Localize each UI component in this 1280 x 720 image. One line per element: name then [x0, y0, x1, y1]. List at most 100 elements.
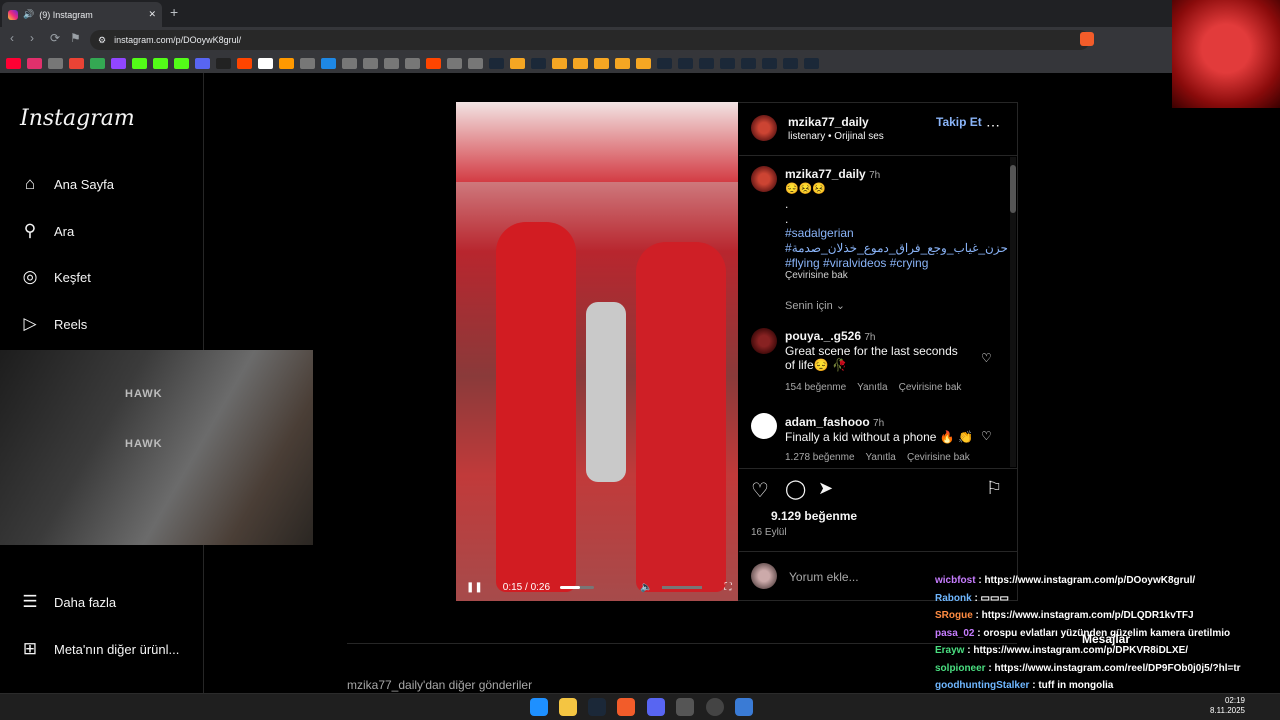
fullscreen-icon[interactable]: ⛶	[724, 582, 731, 593]
speaker-icon[interactable]: 🔊	[23, 9, 34, 20]
close-tab-icon[interactable]: ✕	[148, 9, 156, 20]
sidebar-item-reels[interactable]: ▷ Reels	[20, 314, 87, 334]
comment-icon[interactable]: ◯	[785, 478, 806, 501]
sidebar-item-home[interactable]: ⌂ Ana Sayfa	[20, 174, 114, 194]
volume-slider[interactable]	[662, 586, 703, 589]
steam-bookmark-icon[interactable]	[762, 57, 777, 69]
obs-icon[interactable]	[706, 698, 724, 716]
bookmark-icon[interactable]	[300, 57, 315, 69]
bookmark-icon[interactable]	[594, 57, 609, 69]
messages-label[interactable]: Mesajlar	[1082, 632, 1130, 646]
more-options-icon[interactable]: ⋯	[986, 117, 1000, 134]
reply-link[interactable]: Yanıtla	[857, 382, 887, 393]
bookmark-icon[interactable]	[384, 57, 399, 69]
sidebar-item-meta[interactable]: ⊞ Meta'nın diğer ürünl...	[20, 639, 179, 659]
bookmark-icon[interactable]	[48, 57, 63, 69]
volume-icon[interactable]: 🔈	[640, 582, 652, 593]
like-comment-heart-icon[interactable]: ♡	[981, 429, 992, 443]
comment-input[interactable]: Yorum ekle...	[789, 570, 859, 584]
instagram-bookmark-icon[interactable]	[27, 57, 42, 69]
comment-likes[interactable]: 1.278 beğenme	[785, 452, 855, 463]
browser-tab[interactable]: 🔊 (9) Instagram ✕	[2, 2, 162, 27]
steam-bookmark-icon[interactable]	[489, 57, 504, 69]
site-info-icon[interactable]: ⚙	[98, 35, 106, 46]
hashtag[interactable]: #sadalgerian	[785, 226, 854, 240]
comment-username[interactable]: pouya._.g526	[785, 329, 861, 343]
scrollbar-thumb[interactable]	[1010, 165, 1016, 213]
forward-icon[interactable]: ›	[30, 31, 34, 45]
bookmark-icon[interactable]	[552, 57, 567, 69]
folder-icon[interactable]	[468, 57, 483, 69]
bookmark-icon[interactable]	[510, 57, 525, 69]
app-icon[interactable]	[676, 698, 694, 716]
comment-username[interactable]: adam_fashooo	[785, 415, 870, 429]
bookmark-icon[interactable]	[342, 57, 357, 69]
caption-username[interactable]: mzika77_daily	[785, 167, 866, 181]
steam-bookmark-icon[interactable]	[741, 57, 756, 69]
reload-icon[interactable]: ⟳	[50, 31, 60, 45]
bookmark-icon[interactable]	[405, 57, 420, 69]
brave-shield-icon[interactable]	[1080, 32, 1094, 46]
bookmark-icon[interactable]	[615, 57, 630, 69]
back-icon[interactable]: ‹	[10, 31, 14, 45]
steam-bookmark-icon[interactable]	[699, 57, 714, 69]
bookmark-icon[interactable]	[573, 57, 588, 69]
bookmark-icon[interactable]	[636, 57, 651, 69]
like-heart-icon[interactable]: ♡	[751, 478, 769, 503]
reply-link[interactable]: Yanıtla	[865, 452, 895, 463]
steam-bookmark-icon[interactable]	[678, 57, 693, 69]
see-translation-link[interactable]: Çevirisine bak	[785, 270, 848, 281]
kick-bookmark-icon[interactable]	[132, 57, 147, 69]
sidebar-item-search[interactable]: ⚲ Ara	[20, 221, 74, 241]
avatar[interactable]	[751, 115, 777, 141]
avatar[interactable]	[751, 328, 777, 354]
steam-bookmark-icon[interactable]	[783, 57, 798, 69]
hashtag[interactable]: #حزن_غياب_وجع_فراق_دموع_خذلان_صدمة	[785, 241, 1008, 255]
steam-bookmark-icon[interactable]	[531, 57, 546, 69]
kick-bookmark-icon[interactable]	[174, 57, 189, 69]
comment-likes[interactable]: 154 beğenme	[785, 382, 846, 393]
app-icon[interactable]	[735, 698, 753, 716]
amazon-bookmark-icon[interactable]	[279, 57, 294, 69]
instagram-logo[interactable]: Instagram	[20, 106, 135, 131]
bookmark-icon[interactable]	[321, 57, 336, 69]
file-explorer-icon[interactable]	[559, 698, 577, 716]
bookmark-icon[interactable]: ⚑	[70, 31, 81, 45]
sidebar-item-explore[interactable]: ◎ Keşfet	[20, 267, 91, 287]
sidebar-item-more[interactable]: ☰ Daha fazla	[20, 592, 116, 612]
likes-count[interactable]: 9.129 beğenme	[771, 509, 857, 523]
discord-icon[interactable]	[647, 698, 665, 716]
windows-start-icon[interactable]	[530, 698, 548, 716]
pause-icon[interactable]: ❚❚	[466, 582, 483, 593]
x-bookmark-icon[interactable]	[216, 57, 231, 69]
bookmark-icon[interactable]	[426, 57, 441, 69]
follow-button[interactable]: Takip Et	[936, 115, 982, 129]
discord-bookmark-icon[interactable]	[195, 57, 210, 69]
post-video[interactable]	[456, 102, 738, 601]
save-bookmark-icon[interactable]: ⚐	[986, 478, 1002, 499]
video-progress-bar[interactable]	[560, 586, 595, 589]
steam-bookmark-icon[interactable]	[657, 57, 672, 69]
youtube-bookmark-icon[interactable]	[6, 57, 21, 69]
avatar[interactable]	[751, 166, 777, 192]
gmail-bookmark-icon[interactable]	[69, 57, 84, 69]
new-tab-button[interactable]: +	[170, 4, 178, 20]
brave-browser-icon[interactable]	[617, 698, 635, 716]
see-translation-link[interactable]: Çevirisine bak	[899, 382, 962, 393]
share-icon[interactable]: ➤	[818, 478, 833, 499]
post-username[interactable]: mzika77_daily	[788, 115, 869, 129]
see-translation-link[interactable]: Çevirisine bak	[907, 452, 970, 463]
avatar[interactable]	[751, 413, 777, 439]
steam-bookmark-icon[interactable]	[720, 57, 735, 69]
url-field[interactable]: ⚙ instagram.com/p/DOoywK8grul/	[90, 30, 1090, 50]
steam-icon[interactable]	[588, 698, 606, 716]
twitch-bookmark-icon[interactable]	[111, 57, 126, 69]
for-you-dropdown[interactable]: Senin için ⌄	[785, 299, 845, 312]
steam-bookmark-icon[interactable]	[804, 57, 819, 69]
more-from-user[interactable]: mzika77_daily'dan diğer gönderiler	[347, 678, 532, 692]
bookmark-icon[interactable]	[447, 57, 462, 69]
like-comment-heart-icon[interactable]: ♡	[981, 351, 992, 365]
bookmark-icon[interactable]	[258, 57, 273, 69]
reddit-bookmark-icon[interactable]	[237, 57, 252, 69]
bookmark-icon[interactable]	[363, 57, 378, 69]
